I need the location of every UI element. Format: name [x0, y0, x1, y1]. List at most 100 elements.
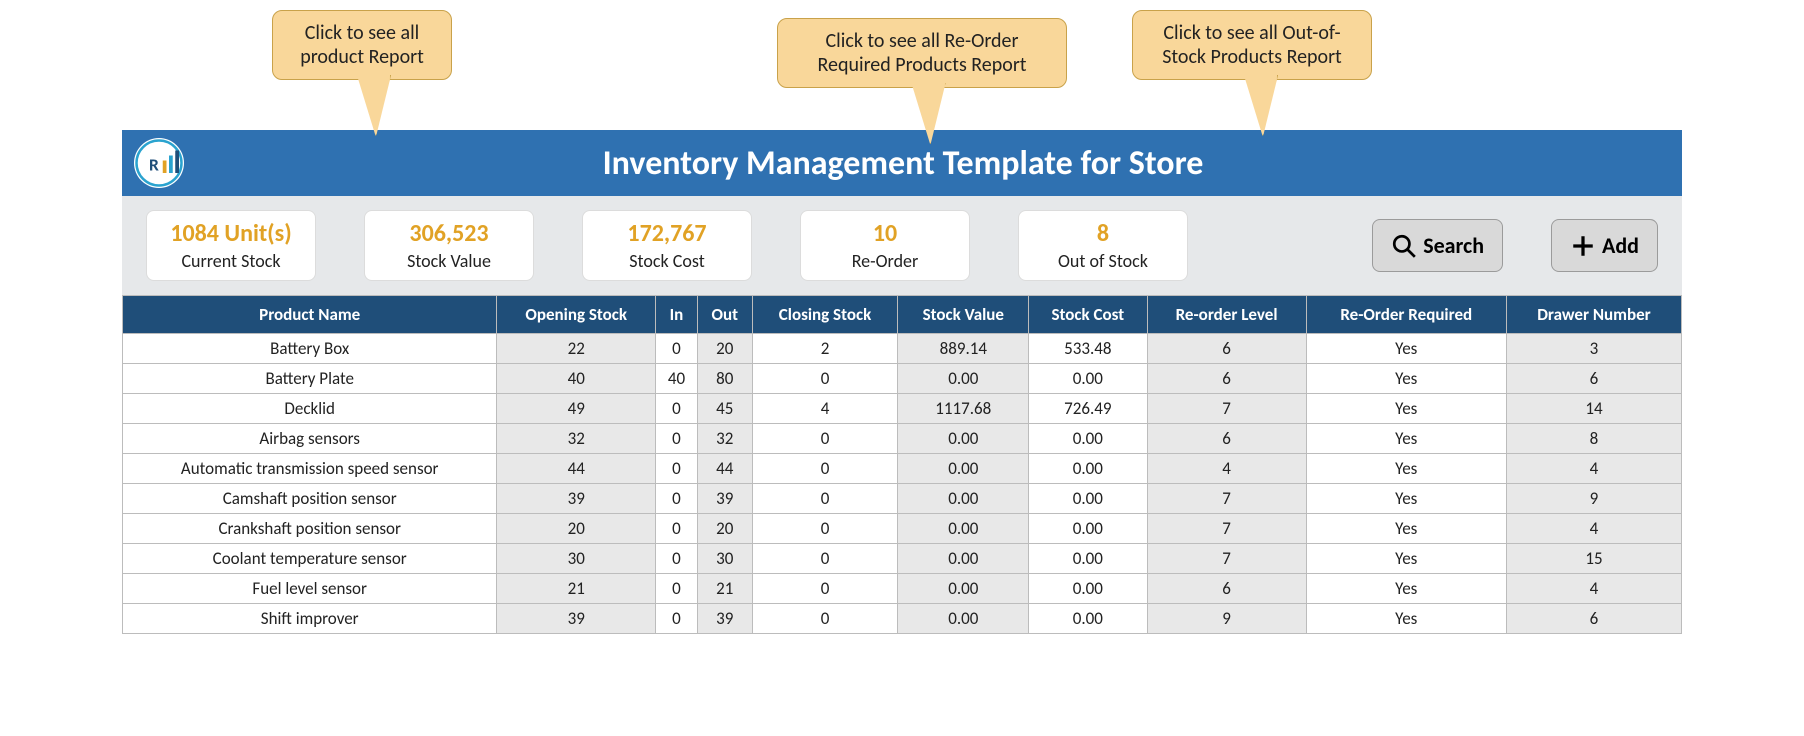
page-title: Inventory Management Template for Store [184, 143, 1682, 184]
table-row[interactable]: Automatic transmission speed sensor44044… [123, 454, 1682, 484]
table-cell: 533.48 [1029, 334, 1147, 364]
table-row[interactable]: Camshaft position sensor3903900.000.007Y… [123, 484, 1682, 514]
table-cell: 8 [1506, 424, 1681, 454]
table-row[interactable]: Shift improver3903900.000.009Yes6 [123, 604, 1682, 634]
callout-text: Click to see all Out-of-Stock Products R… [1162, 21, 1342, 69]
table-cell: 0.00 [1029, 604, 1147, 634]
app-header: R Inventory Management Template for Stor… [122, 130, 1682, 196]
table-column-header[interactable]: Stock Value [898, 296, 1029, 334]
table-cell: 0.00 [898, 574, 1029, 604]
table-cell: Coolant temperature sensor [123, 544, 497, 574]
kpi-value: 10 [823, 219, 947, 248]
kpi-current-stock[interactable]: 1084 Unit(s) Current Stock [146, 210, 316, 281]
table-cell: 30 [497, 544, 656, 574]
table-row[interactable]: Decklid4904541117.68726.497Yes14 [123, 394, 1682, 424]
table-cell: 0.00 [898, 424, 1029, 454]
table-cell: 0.00 [898, 364, 1029, 394]
table-cell: 0 [752, 364, 898, 394]
table-cell: 0.00 [1029, 574, 1147, 604]
table-cell: Yes [1306, 424, 1506, 454]
table-column-header[interactable]: Opening Stock [497, 296, 656, 334]
callout-text: Click to see all product Report [300, 21, 424, 69]
table-cell: Battery Plate [123, 364, 497, 394]
table-column-header[interactable]: Drawer Number [1506, 296, 1681, 334]
table-cell: Yes [1306, 514, 1506, 544]
table-row[interactable]: Battery Box220202889.14533.486Yes3 [123, 334, 1682, 364]
table-cell: 6 [1147, 334, 1306, 364]
table-cell: Shift improver [123, 604, 497, 634]
table-cell: 22 [497, 334, 656, 364]
kpi-reorder[interactable]: 10 Re-Order [800, 210, 970, 281]
kpi-out-of-stock[interactable]: 8 Out of Stock [1018, 210, 1188, 281]
table-cell: 1117.68 [898, 394, 1029, 424]
table-cell: Yes [1306, 334, 1506, 364]
plus-icon [1570, 233, 1596, 259]
table-column-header[interactable]: Out [697, 296, 752, 334]
table-row[interactable]: Crankshaft position sensor2002000.000.00… [123, 514, 1682, 544]
table-cell: 0 [656, 514, 698, 544]
logo-icon: R [134, 138, 184, 188]
table-cell: Battery Box [123, 334, 497, 364]
kpi-label: Out of Stock [1041, 250, 1165, 272]
search-icon [1391, 233, 1417, 259]
kpi-stock-value[interactable]: 306,523 Stock Value [364, 210, 534, 281]
table-cell: 7 [1147, 484, 1306, 514]
table-cell: 45 [697, 394, 752, 424]
table-header: Product NameOpening StockInOutClosing St… [123, 296, 1682, 334]
table-cell: Yes [1306, 454, 1506, 484]
kpi-row: 1084 Unit(s) Current Stock 306,523 Stock… [122, 196, 1682, 295]
table-cell: 0 [656, 544, 698, 574]
table-row[interactable]: Fuel level sensor2102100.000.006Yes4 [123, 574, 1682, 604]
table-cell: 39 [697, 484, 752, 514]
table-cell: 2 [752, 334, 898, 364]
table-cell: 0 [656, 574, 698, 604]
table-cell: 21 [497, 574, 656, 604]
table-body: Battery Box220202889.14533.486Yes3Batter… [123, 334, 1682, 634]
table-cell: 40 [497, 364, 656, 394]
table-row[interactable]: Battery Plate40408000.000.006Yes6 [123, 364, 1682, 394]
kpi-value: 172,767 [605, 219, 729, 248]
table-cell: 30 [697, 544, 752, 574]
table-cell: 3 [1506, 334, 1681, 364]
table-cell: 4 [1147, 454, 1306, 484]
table-cell: 44 [697, 454, 752, 484]
add-button[interactable]: Add [1551, 219, 1658, 272]
table-cell: Yes [1306, 574, 1506, 604]
table-row[interactable]: Coolant temperature sensor3003000.000.00… [123, 544, 1682, 574]
table-cell: Automatic transmission speed sensor [123, 454, 497, 484]
table-cell: 32 [697, 424, 752, 454]
table-cell: 15 [1506, 544, 1681, 574]
table-cell: 4 [1506, 514, 1681, 544]
callout-text: Click to see all Re-Order Required Produ… [818, 29, 1027, 77]
table-cell: 9 [1506, 484, 1681, 514]
table-row[interactable]: Airbag sensors3203200.000.006Yes8 [123, 424, 1682, 454]
table-cell: Yes [1306, 544, 1506, 574]
table-cell: 7 [1147, 514, 1306, 544]
search-button[interactable]: Search [1372, 219, 1503, 272]
table-cell: 0 [752, 454, 898, 484]
table-cell: 0.00 [1029, 364, 1147, 394]
table-column-header[interactable]: Stock Cost [1029, 296, 1147, 334]
callout-outofstock-report: Click to see all Out-of-Stock Products R… [1132, 10, 1372, 80]
table-cell: 49 [497, 394, 656, 424]
table-cell: 0.00 [898, 454, 1029, 484]
table-column-header[interactable]: In [656, 296, 698, 334]
kpi-label: Current Stock [169, 250, 293, 272]
table-cell: 0 [656, 454, 698, 484]
table-cell: 0.00 [1029, 454, 1147, 484]
table-cell: 889.14 [898, 334, 1029, 364]
table-column-header[interactable]: Closing Stock [752, 296, 898, 334]
table-cell: 0.00 [1029, 424, 1147, 454]
table-cell: 7 [1147, 394, 1306, 424]
table-cell: 39 [497, 604, 656, 634]
table-cell: Crankshaft position sensor [123, 514, 497, 544]
table-cell: 0 [752, 544, 898, 574]
table-column-header[interactable]: Re-order Level [1147, 296, 1306, 334]
kpi-stock-cost[interactable]: 172,767 Stock Cost [582, 210, 752, 281]
table-column-header[interactable]: Product Name [123, 296, 497, 334]
table-cell: 0 [656, 334, 698, 364]
table-cell: 0.00 [898, 604, 1029, 634]
table-column-header[interactable]: Re-Order Required [1306, 296, 1506, 334]
table-cell: Camshaft position sensor [123, 484, 497, 514]
table-cell: 0 [752, 604, 898, 634]
